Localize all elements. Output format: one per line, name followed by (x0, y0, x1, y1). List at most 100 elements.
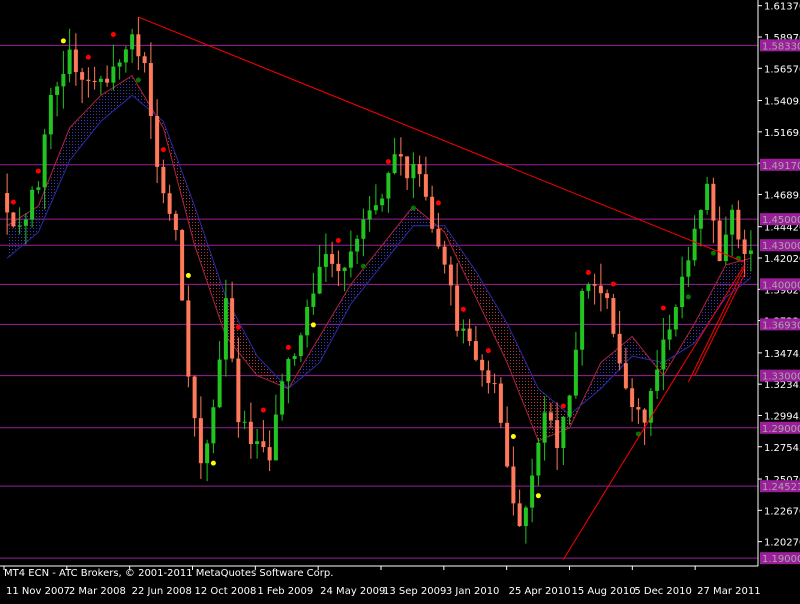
candle-body (611, 298, 616, 334)
chart: 1.613701.589701.565701.540951.516951.492… (0, 0, 800, 600)
candle-body (286, 359, 291, 382)
candle-body (73, 49, 78, 73)
candle-body (242, 421, 247, 423)
cloud-segment (7, 221, 14, 259)
candle-body (423, 174, 428, 197)
signal-dot (685, 294, 691, 300)
candle-body (205, 443, 210, 464)
x-tick-label: 12 Oct 2008 (195, 586, 257, 597)
trendline (562, 264, 746, 560)
candle-body (311, 293, 316, 307)
candle-body (48, 94, 53, 135)
candle-body (217, 359, 222, 408)
candle-body (330, 254, 335, 264)
candle-body (223, 298, 228, 360)
candle-body (386, 173, 391, 199)
candle-body (411, 164, 416, 179)
candle-body (373, 205, 378, 211)
x-tick-label: 1 Feb 2009 (257, 586, 313, 597)
signal-dot (35, 168, 41, 174)
candle-body (542, 412, 547, 443)
signal-dot (660, 305, 666, 311)
signal-dot (610, 281, 616, 287)
signal-dot (410, 205, 416, 211)
x-tick-label: 3 Jan 2010 (446, 586, 500, 597)
candle-body (336, 263, 341, 272)
candle-body (442, 246, 447, 265)
candle-body (280, 381, 285, 415)
candle-body (298, 335, 303, 357)
candle-body (361, 219, 366, 239)
candle-body (61, 73, 66, 87)
signal-dot (560, 403, 566, 409)
candle-body (167, 193, 172, 214)
y-tick-label: 1.34745 (764, 349, 800, 360)
candle-body (92, 80, 97, 82)
candle-body (698, 209, 703, 229)
candle-body (473, 341, 478, 360)
signal-dot (335, 238, 341, 244)
x-tick-label: 11 Nov 2007 (6, 586, 70, 597)
level-price-tag-label: 1.19000 (762, 554, 800, 565)
candle-body (736, 209, 741, 240)
level-price-tag-label: 1.58330 (762, 41, 800, 52)
x-tick-label: 25 Apr 2010 (509, 586, 571, 597)
candle-body (180, 229, 185, 301)
candle-body (505, 422, 510, 467)
y-tick-label: 1.20270 (764, 538, 800, 549)
candle-body (555, 420, 560, 449)
candle-body (561, 416, 566, 449)
candle-body (148, 63, 153, 116)
candle-body (661, 339, 666, 370)
candle-body (598, 285, 603, 294)
candle-body (586, 284, 591, 291)
x-tick-label: 15 Aug 2010 (572, 586, 636, 597)
candle-body (730, 209, 735, 235)
candle-body (111, 66, 116, 83)
x-tick-label: 13 Sep 2009 (383, 586, 446, 597)
candle-body (742, 239, 747, 254)
candle-body (417, 164, 422, 175)
candle-body (461, 328, 466, 331)
candle-body (80, 72, 85, 80)
signal-dot (285, 344, 291, 350)
signal-dot (435, 200, 441, 206)
signal-dot (585, 269, 591, 275)
candle-body (380, 198, 385, 206)
candle-body (230, 298, 235, 359)
candle-body (717, 220, 722, 262)
candle-body (623, 363, 628, 389)
level-price-tag-label: 1.43000 (762, 241, 800, 252)
cloud-segment (532, 375, 539, 441)
candle-body (636, 407, 641, 410)
candle-body (655, 369, 660, 391)
candle-body (448, 264, 453, 286)
candle-body (98, 78, 103, 82)
candle-body (130, 34, 135, 50)
candle-body (467, 328, 472, 342)
candle-body (323, 254, 328, 267)
candle-body (667, 329, 672, 340)
candle-body (248, 421, 253, 445)
candle-body (673, 307, 678, 330)
candle-body (192, 376, 197, 419)
candle-body (186, 300, 191, 377)
candle-body (511, 466, 516, 504)
candle-body (630, 388, 635, 408)
candle-body (392, 154, 397, 174)
candle-body (517, 503, 522, 527)
candle-body (86, 79, 91, 81)
candle-body (42, 134, 47, 188)
signal-dot (160, 147, 166, 153)
candle-body (67, 49, 72, 74)
signal-dot (85, 54, 91, 60)
y-tick-label: 1.51695 (764, 128, 800, 139)
y-tick-label: 1.29945 (764, 411, 800, 422)
signal-dot (710, 250, 716, 256)
signal-dot (510, 434, 516, 440)
y-tick-label: 1.61370 (764, 2, 800, 13)
candle-body (236, 358, 241, 423)
level-price-tag-label: 1.36930 (762, 320, 800, 331)
x-tick-label: 27 Mar 2011 (697, 586, 760, 597)
candle-body (161, 166, 166, 194)
